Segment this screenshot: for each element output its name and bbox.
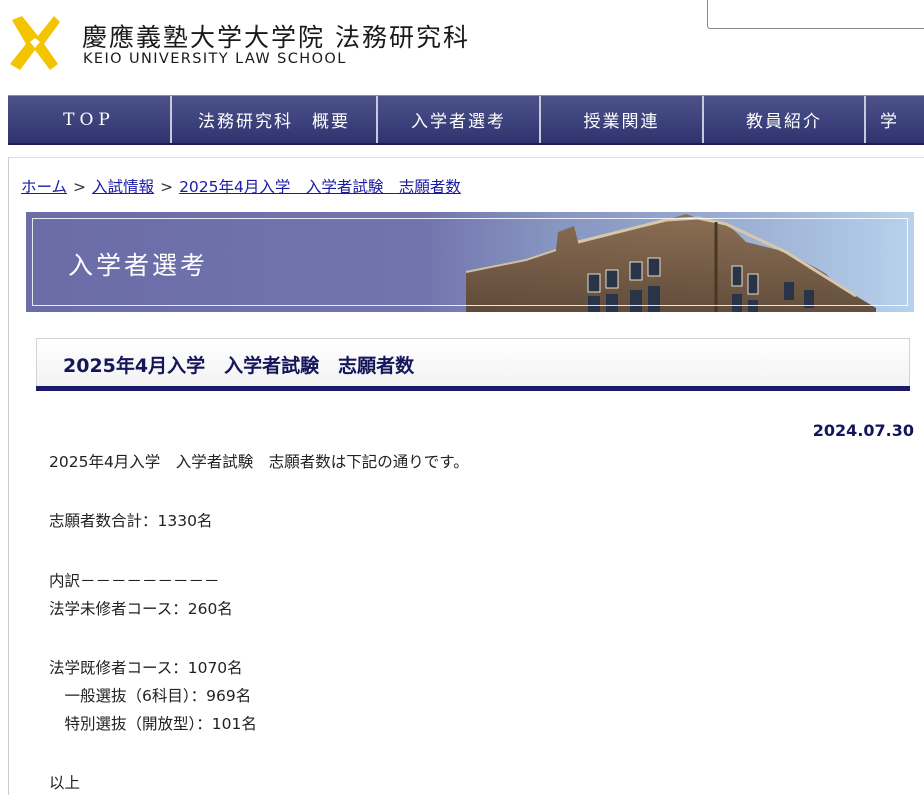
nav-item-overview[interactable]: 法務研究科 概要 [172,96,378,143]
global-nav: TOP 法務研究科 概要 入学者選考 授業関連 教員紹介 学 [8,95,924,145]
breadcrumb-current-link[interactable]: 2025年4月入学 入学者試験 志願者数 [179,178,461,196]
breadcrumb-separator: > [73,178,87,196]
content-top-divider [8,157,924,158]
page-heading: 2025年4月入学 入学者試験 志願者数 [36,338,910,391]
article-intro: 2025年4月入学 入学者試験 志願者数は下記の通りです。 [49,453,469,471]
site-subtitle[interactable]: KEIO UNIVERSITY LAW SCHOOL [83,51,347,67]
post-date: 2024.07.30 [812,421,914,440]
special-selection-count: 特別選抜（開放型）：101名 [49,715,257,733]
closing-text: 以上 [49,774,81,792]
site-title[interactable]: 慶應義塾大学大学院 法務研究科 [82,18,470,54]
kishusha-course-count: 法学既修者コース：1070名 [49,659,243,677]
keio-pen-logo-icon[interactable] [8,14,62,72]
nav-item-faculty[interactable]: 教員紹介 [704,96,866,143]
page-title: 2025年4月入学 入学者試験 志願者数 [63,355,415,377]
nav-item-classes[interactable]: 授業関連 [541,96,704,143]
banner-title: 入学者選考 [68,251,209,280]
section-banner: 入学者選考 [26,212,914,312]
breadcrumb-home-link[interactable]: ホーム [21,178,67,196]
content-left-border [8,157,9,795]
breadcrumb-separator: > [160,178,174,196]
mishusha-course-count: 法学未修者コース：260名 [49,600,233,618]
site-header: 慶應義塾大学大学院 法務研究科 KEIO UNIVERSITY LAW SCHO… [0,0,924,95]
applicants-total: 志願者数合計：1330名 [49,512,213,530]
breadcrumb: ホーム > 入試情報 >2025年4月入学 入学者試験 志願者数 [21,175,461,197]
search-input[interactable] [707,0,924,29]
nav-item-admissions[interactable]: 入学者選考 [378,96,541,143]
general-selection-count: 一般選抜（6科目）：969名 [49,687,252,705]
page-heading-underline [36,386,910,391]
breakdown-header: 内訳－－－－－－－－－ [49,572,220,590]
nav-item-student[interactable]: 学 [866,96,924,143]
breadcrumb-section-link[interactable]: 入試情報 [92,178,154,196]
nav-item-top[interactable]: TOP [8,96,172,143]
